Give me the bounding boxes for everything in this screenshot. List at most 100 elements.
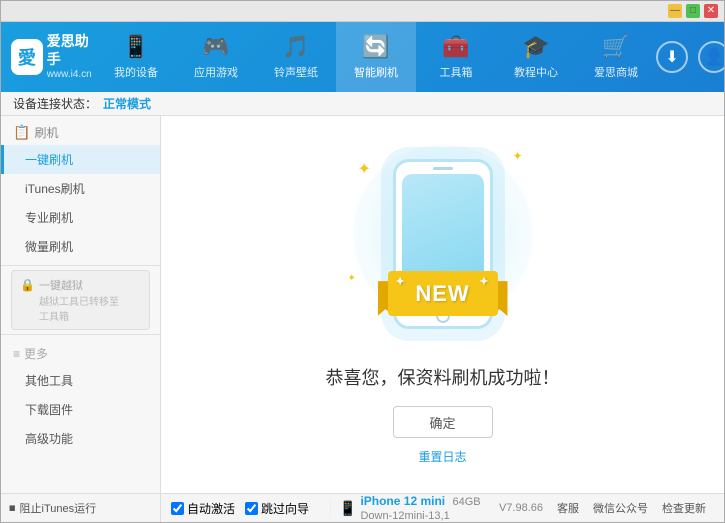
sidebar-item-pro-flash[interactable]: 专业刷机	[1, 203, 160, 232]
check-update-link[interactable]: 检查更新	[662, 500, 706, 516]
close-button[interactable]: ✕	[704, 4, 718, 18]
device-info: 📱 iPhone 12 mini 64GB Down-12mini-13,1	[331, 494, 499, 522]
itunes-flash-label: iTunes刷机	[25, 182, 85, 196]
support-link[interactable]: 客服	[557, 500, 579, 516]
nav-item-smart-flash[interactable]: 🔄 智能刷机	[336, 22, 416, 92]
sidebar-divider-2	[1, 334, 160, 335]
jailbreak-notice-text: 越狱工具已转移至工具箱	[39, 293, 119, 323]
sidebar-section-flash: 📋 刷机	[1, 116, 160, 145]
confirm-button[interactable]: 确定	[393, 406, 493, 438]
restart-link[interactable]: 重置日志	[418, 448, 466, 465]
bottom-checkboxes: 自动激活 跳过向导	[171, 500, 331, 517]
device-firmware: Down-12mini-13,1	[360, 510, 449, 522]
smart-flash-icon: 🔄	[362, 34, 389, 60]
sidebar-item-one-click-flash[interactable]: 一键刷机	[1, 145, 160, 174]
minimize-button[interactable]: —	[668, 4, 682, 18]
skip-wizard-checkbox[interactable]: 跳过向导	[245, 500, 309, 517]
jailbreak-title: 一键越狱	[39, 277, 119, 293]
sidebar-item-advanced[interactable]: 高级功能	[1, 424, 160, 453]
nav-item-shop[interactable]: 🛒 爱思商城	[576, 22, 656, 92]
bottom-main-section: 自动激活 跳过向导 📱 iPhone 12 mini 64GB Down-12m…	[161, 494, 724, 522]
center-area: ✦ NEW ✦ ✦ ✦ ✦ 恭喜您，保资料刷机成功啦！ 确定 重置日志	[161, 116, 724, 493]
logo-main-text: 爱思助手	[47, 32, 96, 68]
logo-text: 爱思助手 www.i4.cn	[47, 32, 96, 81]
nav-item-toolbox[interactable]: 🧰 工具箱	[416, 22, 496, 92]
stop-itunes-icon: ⏹	[9, 500, 16, 516]
nav-label-toolbox: 工具箱	[440, 64, 473, 80]
nav-item-apps-games[interactable]: 🎮 应用游戏	[176, 22, 256, 92]
status-bar: 设备连接状态： 正常模式	[1, 92, 724, 116]
device-icon: 📱	[122, 34, 149, 60]
status-value: 正常模式	[103, 95, 151, 112]
tutorial-icon: 🎓	[522, 34, 549, 60]
pro-flash-label: 专业刷机	[25, 211, 73, 225]
logo-sub-text: www.i4.cn	[47, 68, 96, 81]
skip-wizard-label: 跳过向导	[261, 500, 309, 517]
success-illustration: ✦ NEW ✦ ✦ ✦ ✦	[343, 144, 543, 344]
jailbreak-notice: 🔒 一键越狱 越狱工具已转移至工具箱	[11, 270, 150, 330]
nav-label-tutorial: 教程中心	[514, 64, 558, 80]
skip-wizard-input[interactable]	[245, 502, 258, 515]
download-firmware-label: 下载固件	[25, 403, 73, 417]
more-section-title: 更多	[24, 345, 48, 362]
sidebar-item-micro-flash[interactable]: 微量刷机	[1, 232, 160, 261]
device-storage: 64GB	[452, 496, 480, 508]
device-details: iPhone 12 mini 64GB Down-12mini-13,1	[360, 494, 480, 522]
download-button[interactable]: ⬇	[656, 41, 688, 73]
sidebar-item-itunes-flash[interactable]: iTunes刷机	[1, 174, 160, 203]
sidebar-section-more: ≡ 更多	[1, 339, 160, 366]
new-badge-text: NEW	[415, 281, 469, 307]
logo-icon-text: 愛	[18, 44, 36, 70]
nav-right: ⬇ 👤	[656, 41, 725, 73]
phone-speaker	[433, 167, 453, 170]
auto-activate-checkbox[interactable]: 自动激活	[171, 500, 235, 517]
lock-icon: 🔒	[20, 278, 35, 292]
new-ribbon: ✦ NEW ✦	[378, 261, 508, 316]
logo-icon: 愛	[11, 39, 43, 75]
more-section-icon: ≡	[13, 347, 20, 361]
flash-section-title: 刷机	[34, 124, 58, 141]
top-nav: 愛 爱思助手 www.i4.cn 📱 我的设备 🎮 应用游戏 🎵 铃声壁纸	[1, 22, 724, 92]
advanced-label: 高级功能	[25, 432, 73, 446]
device-phone-icon: 📱	[339, 500, 356, 517]
user-button[interactable]: 👤	[698, 41, 725, 73]
micro-flash-label: 微量刷机	[25, 240, 73, 254]
nav-label-smart-flash: 智能刷机	[354, 64, 398, 80]
sparkle-2: ✦	[512, 149, 522, 163]
sidebar: 📋 刷机 一键刷机 iTunes刷机 专业刷机 微量刷机 🔒 一键越狱 越狱工具…	[1, 116, 161, 493]
ringtones-icon: 🎵	[282, 34, 309, 60]
maximize-button[interactable]: □	[686, 4, 700, 18]
version-text: V7.98.66	[499, 502, 543, 514]
sparkle-1: ✦	[358, 159, 371, 179]
sidebar-item-other-tools[interactable]: 其他工具	[1, 366, 160, 395]
nav-label-my-device: 我的设备	[114, 64, 158, 80]
title-bar: — □ ✕	[1, 1, 724, 22]
apps-icon: 🎮	[202, 34, 229, 60]
nav-item-my-device[interactable]: 📱 我的设备	[96, 22, 176, 92]
nav-label-apps-games: 应用游戏	[194, 64, 238, 80]
nav-label-shop: 爱思商城	[594, 64, 638, 80]
bottom-combined-bar: ⏹ 阻止iTunes运行 自动激活 跳过向导 📱 iPhone 12 m	[1, 493, 724, 522]
nav-item-tutorial[interactable]: 🎓 教程中心	[496, 22, 576, 92]
status-label: 设备连接状态：	[13, 95, 97, 112]
nav-item-ringtones[interactable]: 🎵 铃声壁纸	[256, 22, 336, 92]
main-content: 📋 刷机 一键刷机 iTunes刷机 专业刷机 微量刷机 🔒 一键越狱 越狱工具…	[1, 116, 724, 493]
sidebar-item-download-firmware[interactable]: 下载固件	[1, 395, 160, 424]
other-tools-label: 其他工具	[25, 374, 73, 388]
stop-itunes-section[interactable]: ⏹ 阻止iTunes运行	[1, 494, 161, 522]
auto-activate-label: 自动激活	[187, 500, 235, 517]
device-name: iPhone 12 mini	[360, 494, 445, 508]
ribbon-main: ✦ NEW ✦	[388, 271, 498, 316]
shop-icon: 🛒	[602, 34, 629, 60]
wechat-link[interactable]: 微信公众号	[593, 500, 648, 516]
toolbox-icon: 🧰	[442, 34, 469, 60]
sidebar-divider-1	[1, 265, 160, 266]
nav-label-ringtones: 铃声壁纸	[274, 64, 318, 80]
success-message: 恭喜您，保资料刷机成功啦！	[326, 364, 560, 390]
auto-activate-input[interactable]	[171, 502, 184, 515]
stop-itunes-label: 阻止iTunes运行	[20, 500, 97, 516]
version-section: V7.98.66 客服 微信公众号 检查更新	[499, 500, 714, 516]
logo-area: 愛 爱思助手 www.i4.cn	[11, 32, 96, 81]
sparkle-3: ✦	[348, 273, 356, 284]
one-click-flash-label: 一键刷机	[25, 153, 73, 167]
